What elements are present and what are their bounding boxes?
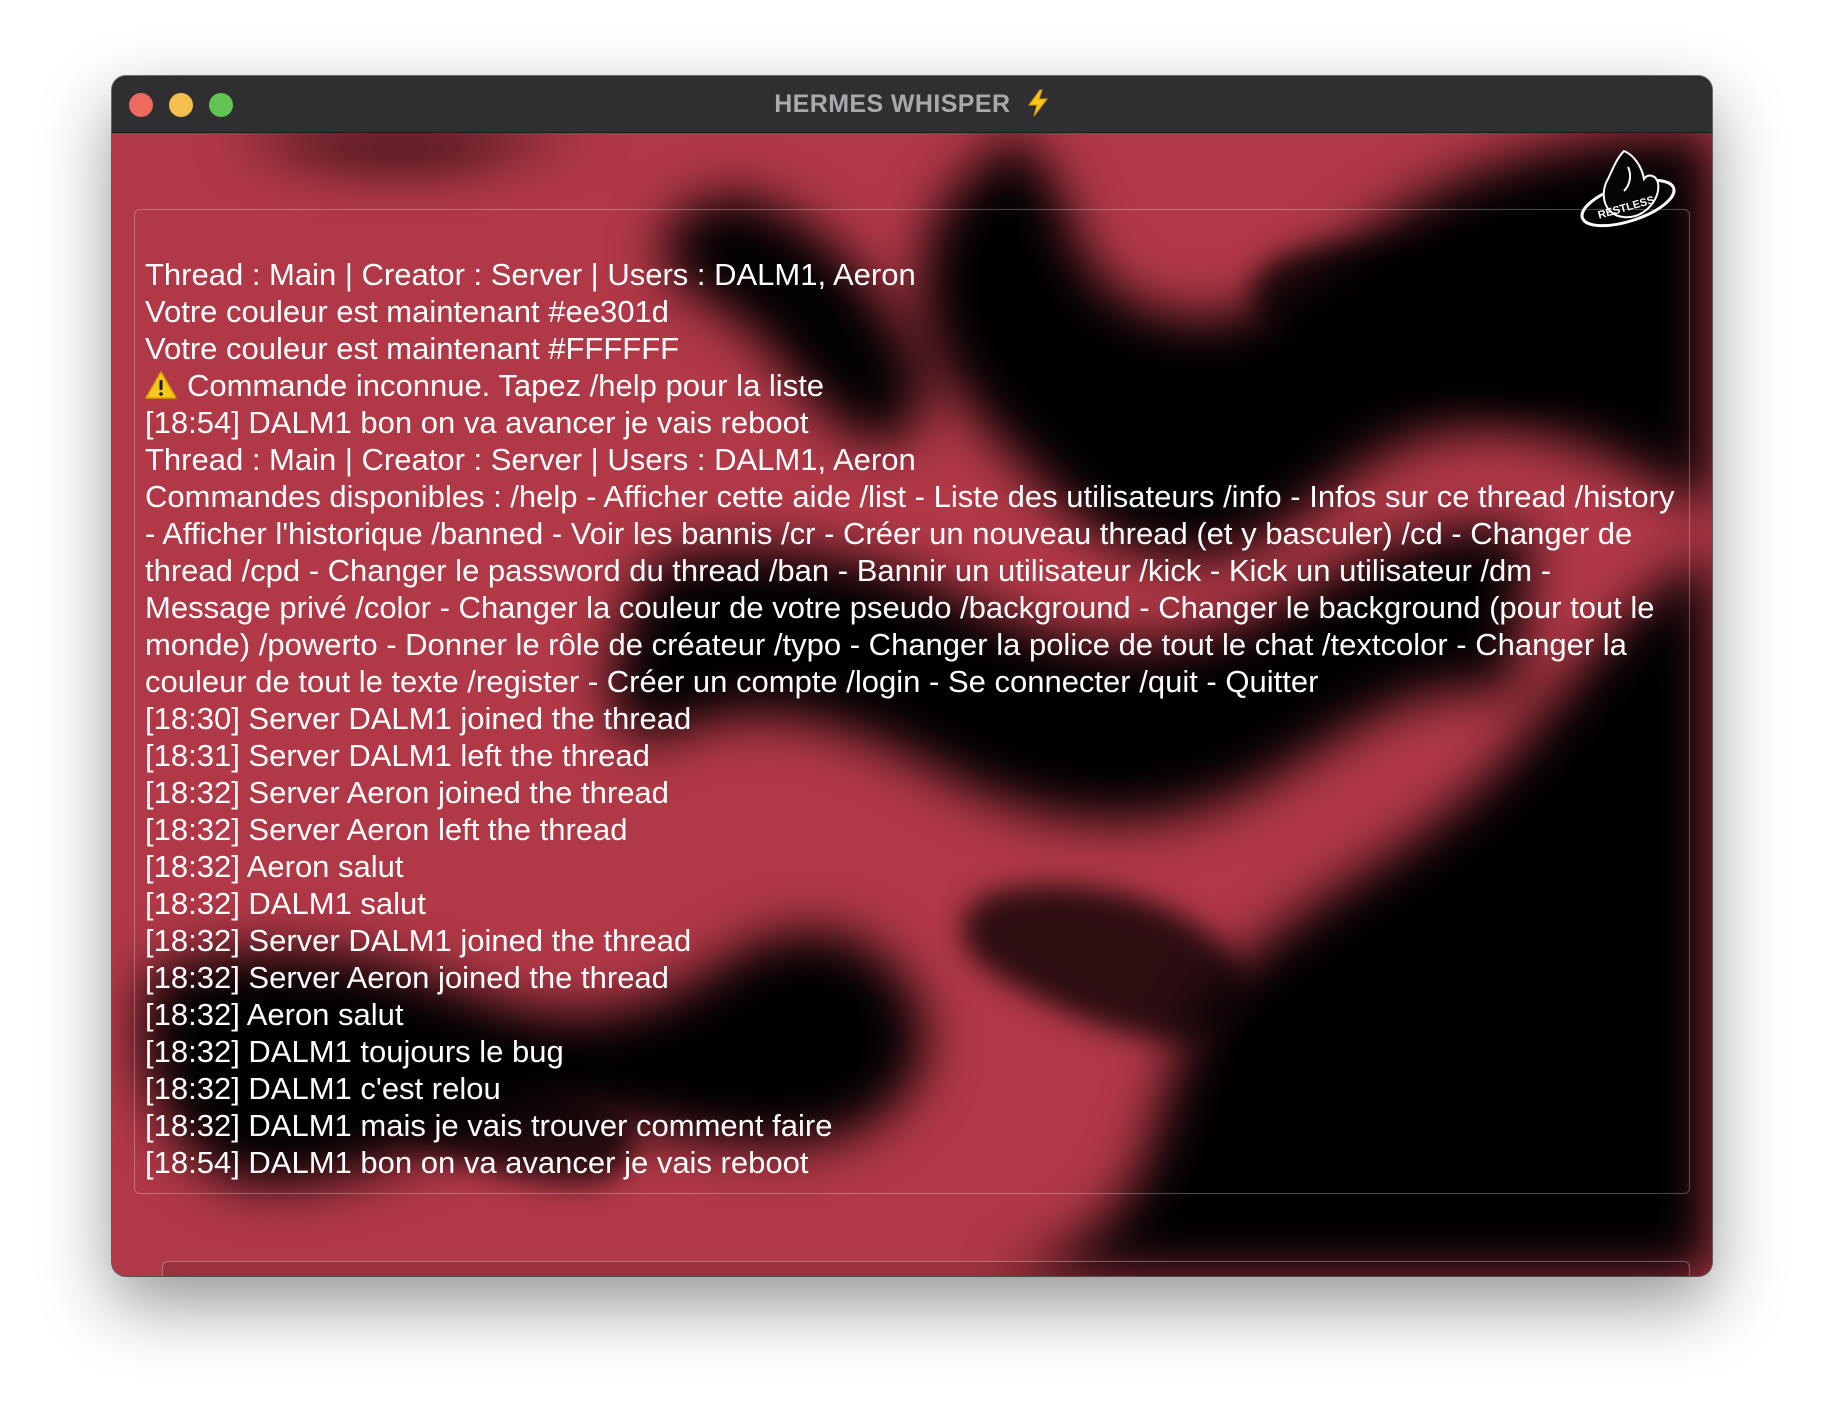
message-line: [18:31] Server DALM1 left the thread — [145, 738, 650, 773]
message-line: Thread : Main | Creator : Server | Users… — [145, 257, 916, 292]
message-line: [18:54] DALM1 bon on va avancer je vais … — [145, 1145, 809, 1180]
warning-message-line: Commande inconnue. Tapez /help pour la l… — [145, 367, 1675, 404]
title-bar[interactable]: HERMES WHISPER — [112, 76, 1712, 133]
message-list: Thread : Main | Creator : Server | Users… — [145, 256, 1675, 1181]
message-line: [18:32] DALM1 salut — [145, 886, 426, 921]
message-line: Votre couleur est maintenant #FFFFFF — [145, 331, 680, 366]
message-line: [18:32] Server Aeron joined the thread — [145, 775, 669, 810]
lightning-bolt-icon — [1027, 89, 1048, 117]
message-line: [18:32] DALM1 mais je vais trouver comme… — [145, 1108, 833, 1143]
message-line: [18:54] DALM1 bon on va avancer je vais … — [145, 405, 809, 440]
message-line: [18:32] Aeron salut — [145, 849, 404, 884]
message-line: [18:32] Server Aeron joined the thread — [145, 960, 669, 995]
app-window: HERMES WHISPER RESTLESS Thread: Main | … — [112, 76, 1712, 1276]
chat-log[interactable]: Thread : Main | Creator : Server | Users… — [134, 209, 1690, 1194]
message-line: [18:32] Server DALM1 joined the thread — [145, 923, 692, 958]
chat-area: RESTLESS Thread : Main | Creator : Serve… — [112, 133, 1712, 1276]
message-input[interactable] — [162, 1261, 1690, 1276]
window-title-text: HERMES WHISPER — [774, 90, 1011, 118]
message-line: [18:30] Server DALM1 joined the thread — [145, 701, 692, 736]
prompt-symbol: > — [132, 1271, 148, 1276]
message-line: Votre couleur est maintenant #ee301d — [145, 294, 669, 329]
warning-triangle-icon — [145, 371, 177, 399]
message-line: [18:32] DALM1 c'est relou — [145, 1071, 501, 1106]
message-line: [18:32] Server Aeron left the thread — [145, 812, 628, 847]
window-title: HERMES WHISPER — [112, 76, 1712, 132]
message-line: [18:32] Aeron salut — [145, 997, 404, 1032]
message-line: Thread : Main | Creator : Server | Users… — [145, 442, 916, 477]
message-line: [18:32] DALM1 toujours le bug — [145, 1034, 564, 1069]
help-message-block: Commandes disponibles : /help - Afficher… — [145, 479, 1675, 699]
warning-message-text: Commande inconnue. Tapez /help pour la l… — [187, 368, 825, 403]
